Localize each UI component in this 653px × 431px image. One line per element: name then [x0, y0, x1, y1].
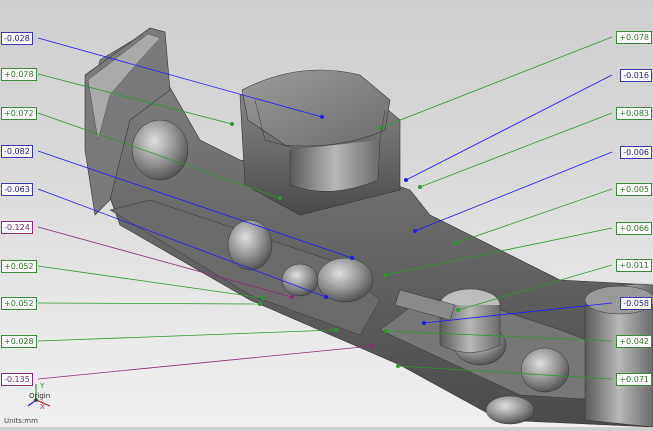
deviation-label[interactable]: +0.071 — [616, 373, 652, 386]
deviation-label[interactable]: +0.005 — [616, 183, 652, 196]
3d-viewport[interactable]: -0.028 +0.078 +0.072 -0.082 -0.063 -0.12… — [0, 0, 653, 428]
deviation-label[interactable]: +0.083 — [616, 107, 652, 120]
deviation-label[interactable]: +0.066 — [616, 222, 652, 235]
deviation-label[interactable]: +0.078 — [616, 31, 652, 44]
deviation-label[interactable]: +0.052 — [1, 297, 37, 310]
units-label: Units:mm — [4, 417, 38, 425]
axis-y-label: Y — [40, 382, 45, 390]
deviation-label[interactable]: +0.042 — [616, 335, 652, 348]
deviation-label[interactable]: +0.028 — [1, 335, 37, 348]
deviation-label[interactable]: -0.124 — [1, 221, 33, 234]
deviation-label[interactable]: +0.052 — [1, 260, 37, 273]
axis-x-label: X — [40, 403, 45, 411]
origin-label: Origin — [29, 392, 51, 400]
part-body — [84, 27, 653, 428]
deviation-label[interactable]: -0.082 — [1, 145, 33, 158]
deviation-label[interactable]: +0.072 — [1, 107, 37, 120]
deviation-label[interactable]: +0.078 — [1, 68, 37, 81]
deviation-label[interactable]: +0.011 — [616, 259, 652, 272]
deviation-label[interactable]: -0.006 — [620, 146, 652, 159]
deviation-label[interactable]: -0.058 — [620, 297, 652, 310]
deviation-label[interactable]: -0.016 — [620, 69, 652, 82]
deviation-label[interactable]: -0.135 — [1, 373, 33, 386]
part-model[interactable] — [0, 0, 653, 428]
deviation-label[interactable]: -0.063 — [1, 183, 33, 196]
deviation-label[interactable]: -0.028 — [1, 32, 33, 45]
